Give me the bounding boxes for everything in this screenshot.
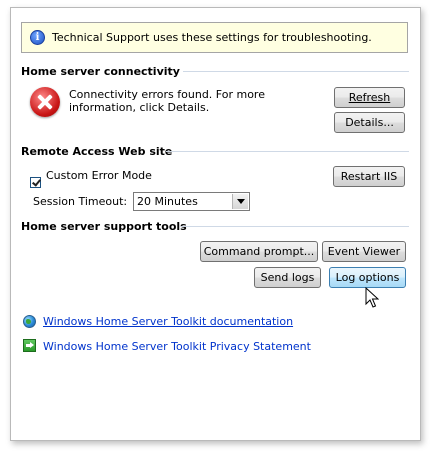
custom-error-label: Custom Error Mode	[46, 169, 152, 182]
mouse-pointer-icon	[365, 287, 379, 308]
globe-icon	[23, 315, 36, 328]
session-timeout-value: 20 Minutes	[137, 195, 198, 208]
info-icon: i	[30, 30, 45, 45]
send-logs-button-label: Send logs	[260, 271, 315, 284]
remote-access-heading: Remote Access Web site	[21, 145, 173, 158]
connectivity-divider	[183, 71, 409, 72]
toolkit-settings-panel: i Technical Support uses these settings …	[10, 7, 421, 441]
error-icon	[30, 87, 60, 117]
support-tools-divider	[181, 226, 409, 227]
chevron-down-icon[interactable]	[232, 194, 248, 209]
connectivity-heading: Home server connectivity	[21, 65, 180, 78]
toolkit-documentation-link[interactable]: Windows Home Server Toolkit documentatio…	[43, 315, 293, 328]
log-options-button-label: Log options	[335, 271, 400, 284]
log-options-button[interactable]: Log options	[329, 267, 406, 288]
refresh-button-label: Refresh	[348, 91, 391, 104]
connectivity-status-line1: Connectivity errors found. For more	[69, 88, 265, 101]
session-timeout-label: Session Timeout:	[33, 195, 128, 208]
info-bar: i Technical Support uses these settings …	[21, 22, 408, 53]
details-button[interactable]: Details...	[334, 112, 405, 133]
green-arrow-icon	[23, 339, 36, 352]
restart-iis-button[interactable]: Restart IIS	[333, 166, 405, 187]
privacy-statement-link[interactable]: Windows Home Server Toolkit Privacy Stat…	[43, 340, 311, 353]
command-prompt-button-label: Command prompt...	[203, 245, 315, 258]
custom-error-checkbox[interactable]	[30, 177, 41, 188]
refresh-button[interactable]: Refresh	[334, 87, 405, 108]
send-logs-button[interactable]: Send logs	[254, 267, 321, 288]
details-button-label: Details...	[345, 116, 394, 129]
command-prompt-button[interactable]: Command prompt...	[200, 241, 318, 262]
event-viewer-button-label: Event Viewer	[327, 245, 401, 258]
remote-access-divider	[166, 151, 409, 152]
event-viewer-button[interactable]: Event Viewer	[322, 241, 406, 262]
restart-iis-button-label: Restart IIS	[340, 170, 398, 183]
connectivity-status-line2: information, click Details.	[69, 101, 210, 114]
support-tools-heading: Home server support tools	[21, 220, 187, 233]
session-timeout-select[interactable]: 20 Minutes	[133, 192, 250, 211]
info-text: Technical Support uses these settings fo…	[52, 31, 372, 44]
